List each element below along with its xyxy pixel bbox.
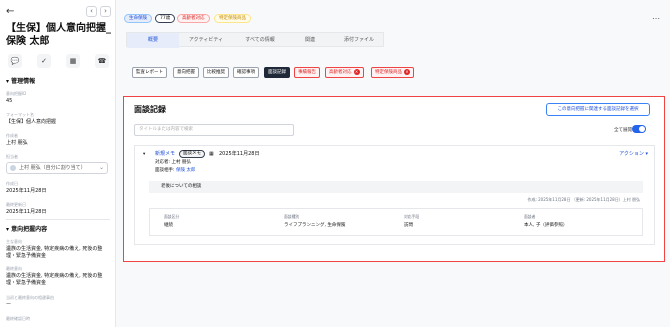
created-info: 作成: 2025年11月28日 （更新: 2025年11月28日）上村 朋弘 bbox=[527, 197, 641, 202]
field-value: 遺族の生活資金, 特定疾病の備え, 死後の整理・緊急予備資金 bbox=[6, 273, 103, 286]
field-label: 最終更新日 bbox=[6, 202, 26, 207]
field-label: 最終確認日時 bbox=[6, 316, 30, 321]
meeting-card: ▾ 新規メモ 面談メモ ▦ 2025年11月28日 アクション ▾ 対応者: 上… bbox=[134, 145, 655, 245]
counterpart-link[interactable]: 保険 太郎 bbox=[176, 168, 195, 173]
collapse-caret-icon[interactable]: ▾ bbox=[143, 150, 145, 159]
field-label: 主な意向 bbox=[6, 239, 22, 244]
tab-bar: 概要 アクティビティ すべての情報 関連 添付ファイル bbox=[126, 32, 385, 48]
section-management-info[interactable]: ▾ 管理情報 bbox=[6, 76, 35, 85]
calendar-icon[interactable]: ▦ bbox=[66, 54, 80, 68]
detail-label: 面談区分 bbox=[164, 214, 180, 219]
handler-text: 対応者: 上村 朋弘 bbox=[155, 160, 191, 165]
meeting-record-panel: 面談記録 この意向把握に関連する面談記録を選択 タイトルまたは内容で検索 全て展… bbox=[123, 96, 665, 262]
field-label: 意向把握ID bbox=[6, 91, 27, 96]
detail-value: 訪問 bbox=[404, 223, 413, 228]
check-icon[interactable]: ✓ bbox=[37, 54, 51, 68]
top-nav: ← ‹ › bbox=[6, 6, 111, 18]
category-comparison[interactable]: 比較推奨 bbox=[203, 67, 229, 78]
field-label: 担当者 bbox=[6, 154, 18, 159]
quick-actions: 💬 ✓ ▦ ☎ bbox=[6, 54, 110, 68]
expand-all-toggle[interactable] bbox=[632, 125, 646, 133]
prev-record-button[interactable]: ‹ bbox=[86, 6, 97, 17]
close-icon[interactable]: × bbox=[404, 69, 410, 75]
category-elderly[interactable]: 高齢者対応 × bbox=[325, 67, 364, 78]
main-content: 生命保険 77歳 高齢者対応 特定保険商品 ⋯ 概要 アクティビティ すべての情… bbox=[116, 0, 670, 327]
comment-icon[interactable]: 💬 bbox=[8, 54, 22, 68]
category-specified-product[interactable]: 特定保険商品 × bbox=[371, 67, 414, 78]
more-options-icon[interactable]: ⋯ bbox=[652, 14, 660, 23]
field-value: 45 bbox=[6, 98, 13, 104]
record-title: 【生保】個人意向把握_保険 太郎 bbox=[6, 23, 111, 47]
memo-date: 2025年11月28日 bbox=[219, 151, 260, 157]
section-intent-content[interactable]: ▾ 意向把握内容 bbox=[6, 224, 47, 233]
tab-related[interactable]: 関連 bbox=[287, 33, 333, 48]
tab-overview[interactable]: 概要 bbox=[127, 33, 179, 48]
field-value: ー bbox=[6, 302, 12, 308]
meeting-details: 面談区分 継続 面談種別 ライフプランニング, 生命保険 対応手段 訪問 面談者… bbox=[149, 208, 643, 236]
field-label: 作成日 bbox=[6, 181, 18, 186]
detail-value: 本人, 子（評価参照） bbox=[524, 223, 568, 228]
detail-value: 継続 bbox=[164, 223, 173, 228]
chevron-down-icon: ⌄ bbox=[98, 164, 104, 171]
field-value: 2025年11月28日 bbox=[6, 188, 47, 194]
divider bbox=[6, 219, 110, 220]
calendar-icon: ▦ bbox=[209, 151, 214, 157]
field-value: 【生保】個人意向把握 bbox=[6, 119, 57, 125]
tab-attachments[interactable]: 添付ファイル bbox=[333, 33, 385, 48]
tag-badge: 生命保険 bbox=[124, 14, 152, 23]
action-dropdown[interactable]: アクション ▾ bbox=[619, 150, 648, 159]
category-meeting-record[interactable]: 面談記録 bbox=[264, 67, 290, 78]
detail-label: 面談種別 bbox=[284, 214, 300, 219]
back-arrow-icon[interactable]: ← bbox=[6, 6, 14, 17]
left-sidebar: ← ‹ › 【生保】個人意向把握_保険 太郎 💬 ✓ ▦ ☎ ▾ 管理情報 意向… bbox=[0, 0, 116, 327]
phone-icon[interactable]: ☎ bbox=[95, 54, 109, 68]
close-icon[interactable]: × bbox=[353, 69, 360, 75]
tag-badge: 77歳 bbox=[155, 14, 176, 23]
category-performance-report[interactable]: 事績報告 bbox=[294, 67, 320, 78]
tab-all-info[interactable]: すべての情報 bbox=[233, 33, 287, 48]
category-label: 高齢者対応 bbox=[329, 70, 352, 75]
category-filter-row: 監査レポート 意向把握 比較推奨 確認事項 面談記録 事績報告 高齢者対応 × 特… bbox=[132, 67, 432, 78]
field-value: 2025年11月28日 bbox=[6, 209, 47, 215]
expand-all-label: 全て展開 bbox=[614, 128, 632, 133]
search-input[interactable]: タイトルまたは内容で検索 bbox=[134, 124, 294, 136]
field-label: 最終意向 bbox=[6, 266, 22, 271]
field-value: 上村 朋弘 bbox=[6, 140, 28, 146]
category-intent[interactable]: 意向把握 bbox=[173, 67, 199, 78]
memo-type-chip: 面談メモ bbox=[179, 150, 205, 158]
tab-activity[interactable]: アクティビティ bbox=[179, 33, 233, 48]
detail-label: 面談者 bbox=[524, 214, 536, 219]
assignee-select[interactable]: 上村 朋弘（自分に割り当て） ⌄ bbox=[6, 162, 108, 174]
counterpart-text: 面談相手: 保険 太郎 bbox=[155, 168, 196, 173]
tag-badge: 特定保険商品 bbox=[214, 14, 251, 23]
detail-label: 対応手段 bbox=[404, 214, 420, 219]
detail-value: ライフプランニング, 生命保険 bbox=[284, 223, 346, 228]
panel-title: 面談記録 bbox=[134, 105, 166, 114]
memo-note: 老後についての相談 bbox=[149, 181, 643, 193]
field-label: 作成者 bbox=[6, 133, 18, 138]
select-meeting-record-button[interactable]: この意向把握に関連する面談記録を選択 bbox=[546, 103, 650, 116]
field-label: 当初と最終意向の相違事由 bbox=[6, 295, 54, 300]
memo-title-link[interactable]: 新規メモ bbox=[155, 150, 175, 159]
tag-badge: 高齢者対応 bbox=[177, 14, 210, 23]
category-confirmation[interactable]: 確認事項 bbox=[233, 67, 259, 78]
field-value: 遺族の生活資金, 特定疾病の備え, 死後の整理・緊急予備資金 bbox=[6, 246, 103, 259]
category-label: 特定保険商品 bbox=[375, 70, 402, 75]
assignee-value: 上村 朋弘（自分に割り当て） bbox=[19, 165, 86, 171]
field-label: フォーマット名 bbox=[6, 112, 34, 117]
next-record-button[interactable]: › bbox=[100, 6, 111, 17]
avatar bbox=[10, 165, 16, 171]
category-audit-report[interactable]: 監査レポート bbox=[132, 67, 167, 78]
